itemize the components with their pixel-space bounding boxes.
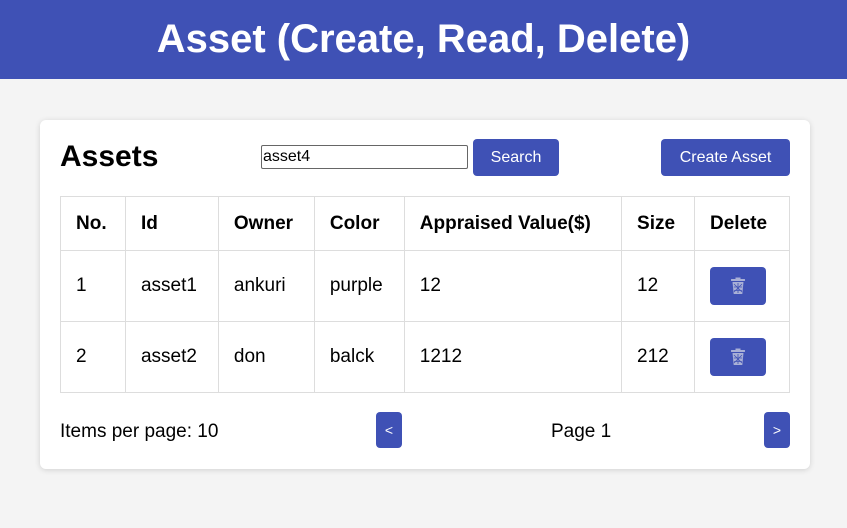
cell-no: 2 bbox=[60, 321, 126, 393]
column-header-size: Size bbox=[621, 196, 695, 251]
cell-appraised-value: 1212 bbox=[403, 321, 623, 393]
column-header-no: No. bbox=[60, 196, 126, 251]
cell-no: 1 bbox=[60, 250, 126, 322]
previous-page-button[interactable]: < bbox=[376, 412, 402, 448]
create-asset-button[interactable]: Create Asset bbox=[661, 139, 790, 176]
cell-appraised-value: 12 bbox=[403, 250, 623, 322]
table-row: 2 asset2 don balck 1212 212 bbox=[60, 321, 790, 393]
cell-size: 212 bbox=[621, 321, 695, 393]
column-header-id: Id bbox=[124, 196, 219, 251]
cell-color: balck bbox=[313, 321, 405, 393]
search-input[interactable] bbox=[261, 145, 468, 169]
next-page-button[interactable]: > bbox=[764, 412, 790, 448]
cell-id: asset2 bbox=[124, 321, 219, 393]
app-title: Asset (Create, Read, Delete) bbox=[156, 17, 691, 61]
cell-color: purple bbox=[313, 250, 405, 322]
cell-delete bbox=[694, 250, 790, 322]
column-header-appraised-value: Appraised Value($) bbox=[403, 196, 623, 251]
card-title: Assets bbox=[60, 140, 159, 173]
cell-owner: ankuri bbox=[217, 250, 315, 322]
cell-delete bbox=[694, 321, 790, 393]
assets-card: Assets Search Create Asset No. Id Owner … bbox=[40, 120, 810, 469]
column-header-delete: Delete bbox=[694, 196, 790, 251]
app-header: Asset (Create, Read, Delete) bbox=[0, 0, 847, 79]
table-header-row: No. Id Owner Color Appraised Value($) Si… bbox=[60, 196, 790, 251]
page-indicator: Page 1 bbox=[551, 421, 612, 442]
column-header-color: Color bbox=[313, 196, 405, 251]
table-row: 1 asset1 ankuri purple 12 12 bbox=[60, 250, 790, 322]
cell-id: asset1 bbox=[124, 250, 219, 322]
assets-table: No. Id Owner Color Appraised Value($) Si… bbox=[60, 196, 790, 393]
items-per-page-label: Items per page: 10 bbox=[60, 421, 219, 442]
column-header-owner: Owner bbox=[217, 196, 315, 251]
cell-size: 12 bbox=[621, 250, 695, 322]
trash-icon bbox=[731, 277, 745, 294]
cell-owner: don bbox=[217, 321, 315, 393]
delete-button[interactable] bbox=[710, 338, 766, 376]
delete-button[interactable] bbox=[710, 267, 766, 305]
trash-icon bbox=[731, 348, 745, 365]
search-button[interactable]: Search bbox=[473, 139, 559, 176]
